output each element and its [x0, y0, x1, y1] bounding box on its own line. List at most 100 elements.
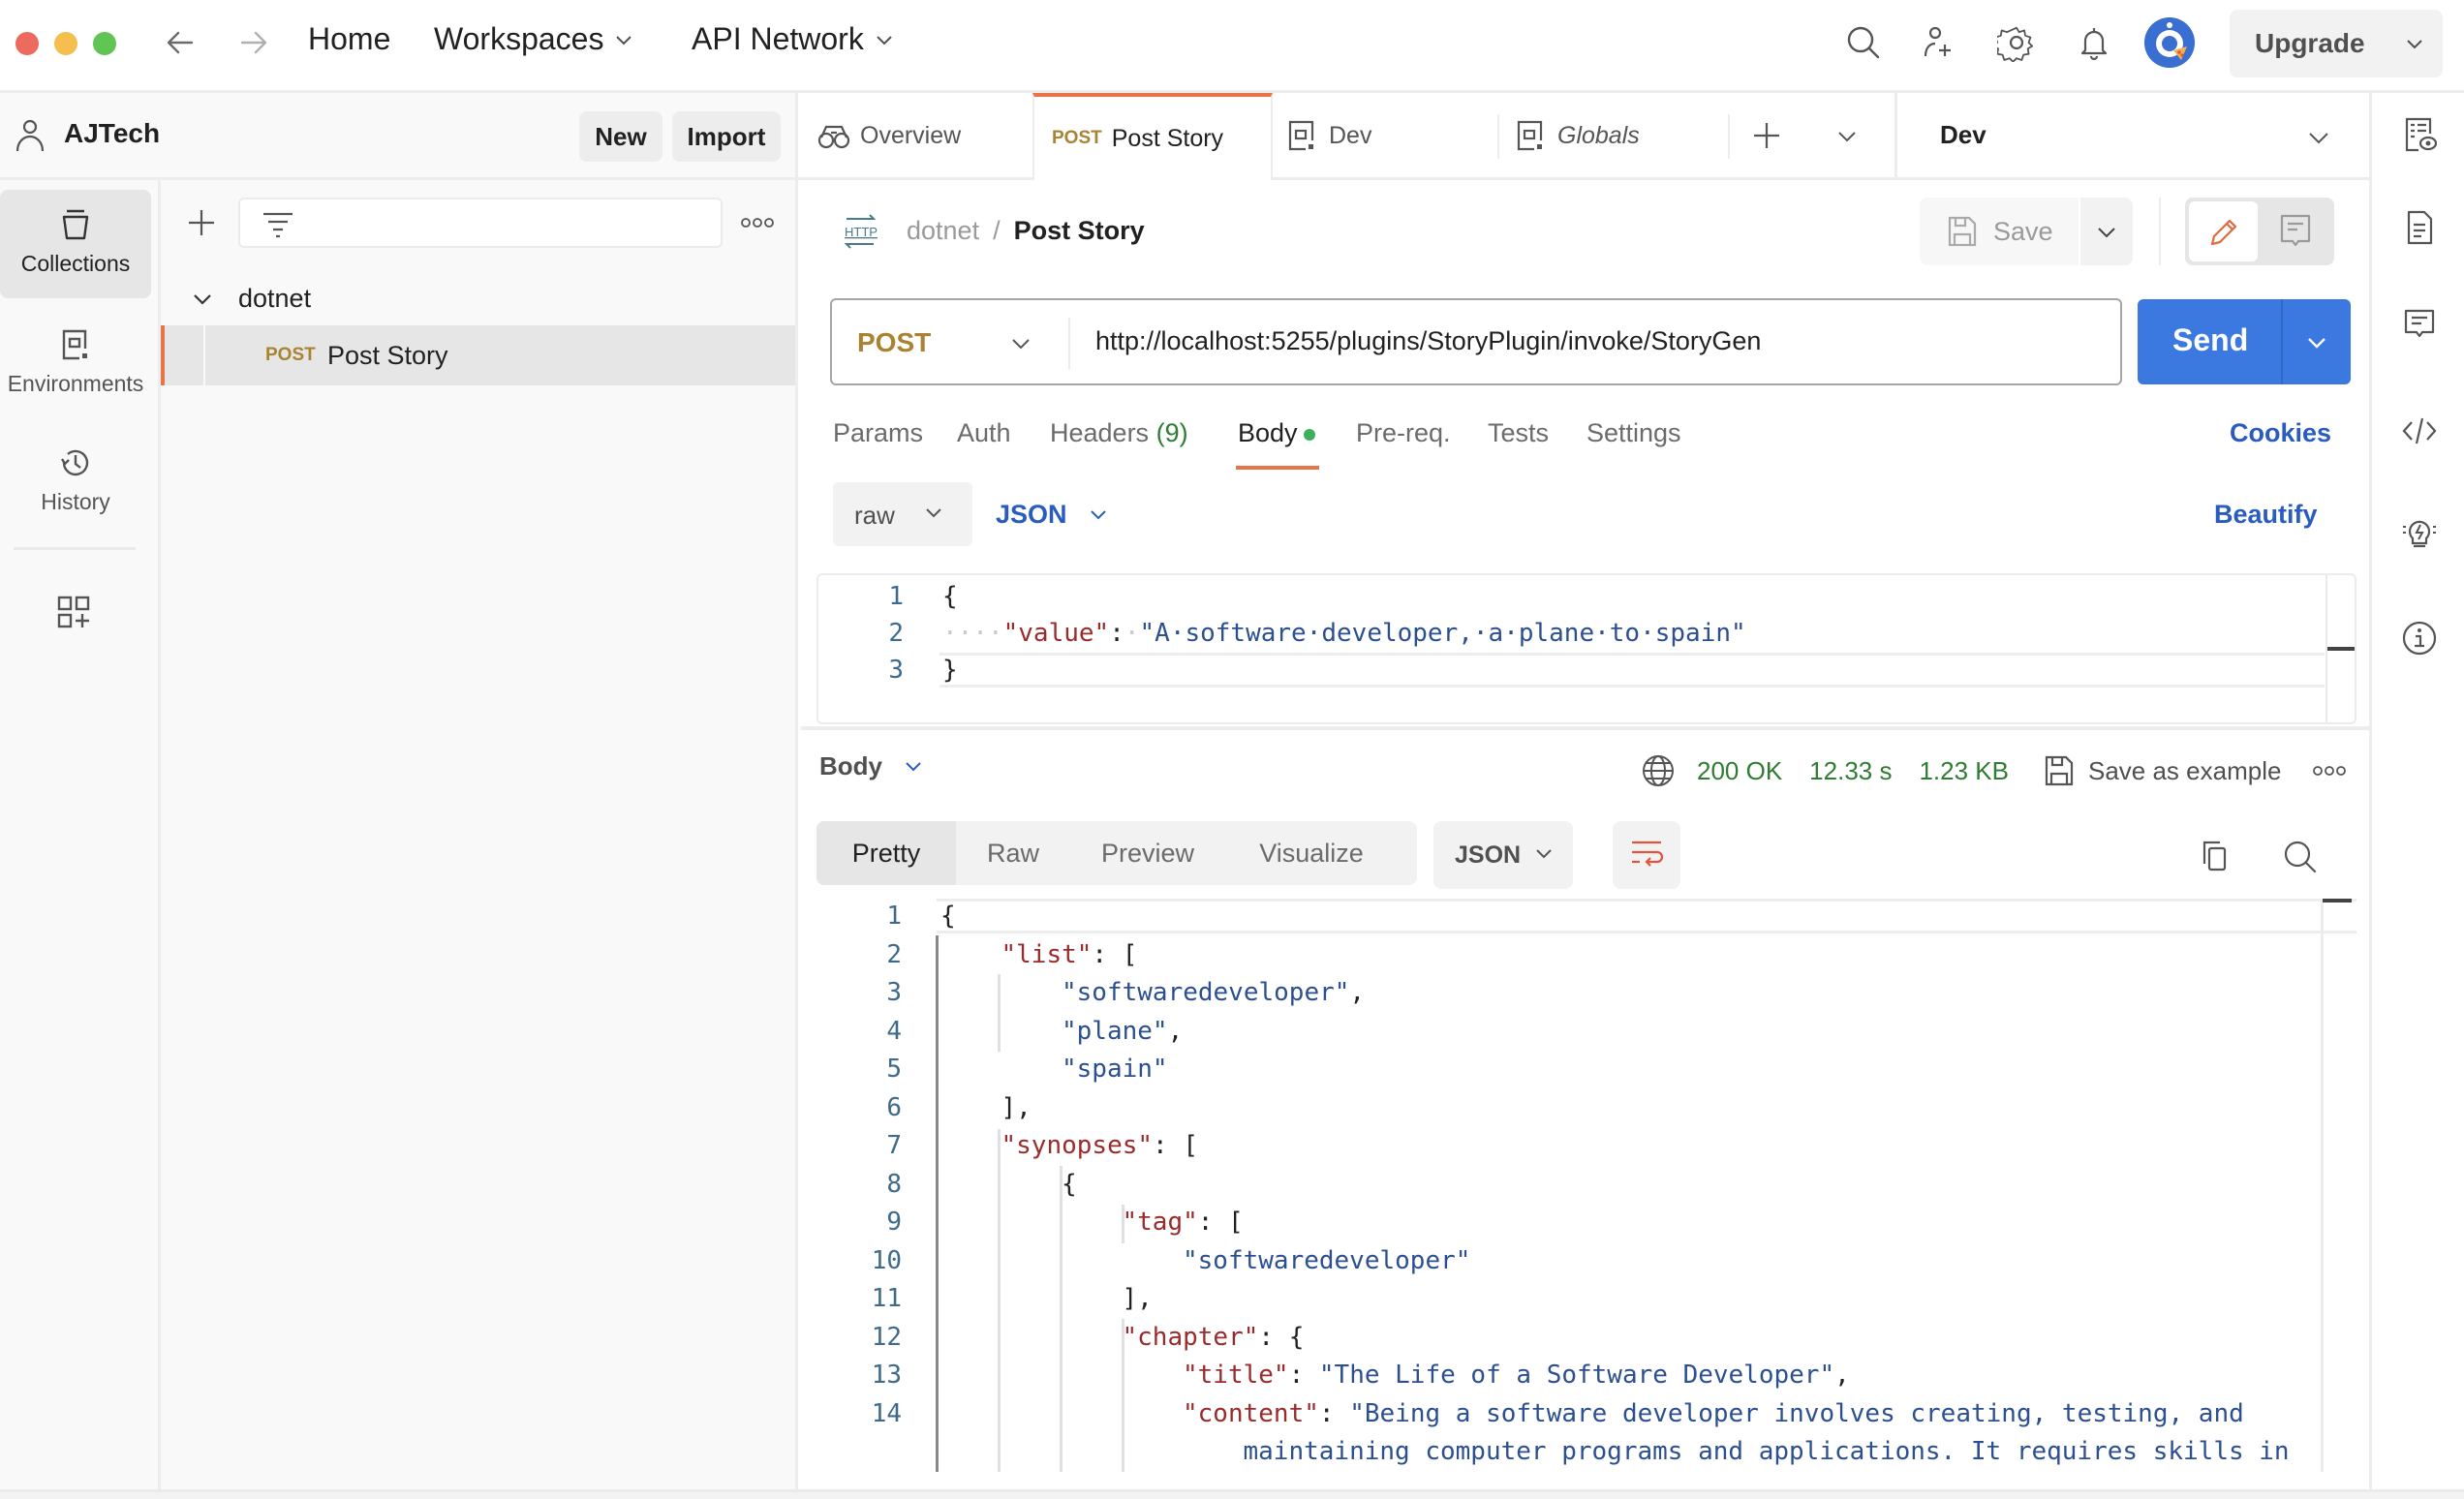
response-status[interactable]: 200 OK — [1697, 756, 1782, 786]
pane-resize-handle[interactable] — [801, 726, 2369, 730]
tab-globals[interactable]: Globals — [1515, 93, 1640, 178]
new-label: New — [595, 121, 647, 151]
tab-auth[interactable]: Auth — [957, 418, 1011, 448]
save-button[interactable]: Save — [1920, 198, 2133, 265]
response-scroll-thumb[interactable] — [2323, 899, 2352, 902]
tab-post-story[interactable]: POST Post Story — [1032, 93, 1273, 180]
notification-bell-icon[interactable] — [2075, 23, 2113, 62]
new-button[interactable]: New — [579, 111, 662, 162]
search-icon[interactable] — [1844, 23, 1883, 62]
sidebar-item-collections[interactable]: Collections — [0, 190, 151, 298]
code-line: ····"value":·"A·software·developer,·a·pl… — [942, 614, 1746, 653]
collections-search-input[interactable] — [238, 198, 723, 248]
related-collections-icon[interactable] — [2401, 515, 2438, 552]
documentation-icon[interactable] — [2401, 209, 2438, 246]
edit-mode-button[interactable] — [2189, 201, 2258, 261]
tab-params[interactable]: Params — [833, 418, 923, 448]
more-options-icon[interactable] — [2312, 765, 2347, 777]
api-network-menu[interactable]: API Network — [692, 21, 895, 57]
beautify-link[interactable]: Beautify — [2214, 500, 2318, 530]
tab-overview[interactable]: Overview — [817, 93, 961, 178]
wrap-lines-button[interactable] — [1613, 821, 1680, 889]
response-size[interactable]: 1.23 KB — [1919, 756, 2009, 786]
environment-icon — [1288, 120, 1314, 151]
indent-guide — [936, 935, 939, 1472]
response-body-viewer[interactable]: 1{2 "list": [3 "softwaredeveloper", 4 "plane… — [816, 899, 2356, 1480]
add-workbench-icon[interactable] — [56, 595, 93, 631]
forward-arrow-icon[interactable] — [236, 25, 271, 60]
body-language-select[interactable]: JSON — [996, 500, 1108, 530]
minimize-window-button[interactable] — [54, 32, 77, 55]
cookies-link[interactable]: Cookies — [2230, 418, 2331, 448]
comments-icon[interactable] — [2401, 306, 2438, 343]
settings-gear-icon[interactable] — [1997, 23, 2036, 62]
code-line: "plane", — [1062, 1012, 1183, 1051]
search-response-icon[interactable] — [2282, 839, 2319, 875]
collection-request-item[interactable]: POST Post Story — [161, 325, 795, 385]
tab-settings[interactable]: Settings — [1586, 418, 1681, 448]
environment-quick-look-icon[interactable] — [2401, 116, 2438, 153]
tab-tests[interactable]: Tests — [1488, 418, 1549, 448]
tab-label: Dev — [1329, 121, 1372, 149]
info-icon[interactable] — [2401, 620, 2438, 657]
chevron-down-icon — [1012, 339, 1030, 350]
tab-headers[interactable]: Headers (9) — [1050, 418, 1188, 448]
code-line: "softwaredeveloper" — [1183, 1241, 1470, 1280]
back-arrow-icon[interactable] — [163, 25, 198, 60]
tab-dev[interactable]: Dev — [1286, 93, 1371, 178]
upgrade-button[interactable]: Upgrade — [2230, 10, 2443, 77]
avatar[interactable] — [2144, 17, 2195, 68]
workspaces-menu[interactable]: Workspaces — [434, 21, 634, 57]
more-options-icon[interactable] — [740, 217, 775, 229]
code-snippet-icon[interactable] — [2401, 413, 2438, 449]
request-body-editor[interactable]: 1 {2 ····"value":·"A·software·developer,·a… — [816, 573, 2356, 724]
code-line: ], — [1001, 1088, 1032, 1127]
copy-icon[interactable] — [2197, 839, 2232, 873]
tab-body[interactable]: Body — [1238, 418, 1315, 448]
tab-pretty[interactable]: Pretty — [816, 821, 956, 885]
collection-folder[interactable]: dotnet — [161, 273, 798, 323]
response-section-select[interactable]: Body — [819, 751, 923, 781]
sidebar-item-history[interactable]: History — [0, 428, 151, 536]
new-tab-icon[interactable] — [1751, 120, 1782, 151]
maximize-window-button[interactable] — [93, 32, 116, 55]
invite-user-icon[interactable] — [1920, 23, 1958, 62]
chevron-down-icon[interactable] — [192, 289, 213, 310]
sidebar-item-environments[interactable]: Environments — [0, 310, 151, 418]
import-button[interactable]: Import — [672, 111, 781, 162]
network-globe-icon[interactable] — [1641, 753, 1676, 788]
response-scrollbar[interactable] — [2321, 899, 2324, 1472]
close-window-button[interactable] — [15, 32, 39, 55]
response-time[interactable]: 12.33 s — [1809, 756, 1892, 786]
tabs-overflow-chevron-icon[interactable] — [1836, 126, 1858, 147]
add-collection-icon[interactable] — [186, 207, 217, 238]
code-line: "tag": [ — [1123, 1203, 1244, 1241]
home-link[interactable]: Home — [308, 21, 390, 57]
url-input[interactable] — [1095, 326, 2103, 356]
breadcrumb-collection[interactable]: dotnet — [907, 216, 979, 246]
tab-pre-request[interactable]: Pre-req. — [1356, 418, 1451, 448]
tab-method-badge: POST — [1052, 128, 1102, 148]
breadcrumb-request-name[interactable]: Post Story — [1014, 216, 1145, 246]
tab-raw[interactable]: Raw — [956, 821, 1070, 885]
tab-visualize[interactable]: Visualize — [1225, 821, 1398, 885]
comment-mode-icon[interactable] — [2278, 213, 2313, 250]
save-options-dropdown[interactable] — [2080, 198, 2133, 265]
tab-preview[interactable]: Preview — [1070, 821, 1225, 885]
sidebar-item-label: History — [41, 489, 110, 514]
tab-divider — [1728, 114, 1730, 159]
body-type-label: raw — [854, 501, 895, 530]
import-label: Import — [687, 121, 766, 151]
editor-scroll-thumb[interactable] — [2327, 647, 2355, 651]
response-language-select[interactable]: JSON — [1433, 821, 1573, 889]
save-as-example-button[interactable]: Save as example — [2044, 754, 2281, 787]
send-options-chevron-icon[interactable] — [2306, 332, 2327, 353]
json-string: "The Life of a Software Developer" — [1318, 1361, 1835, 1390]
send-button[interactable]: Send — [2138, 299, 2351, 384]
chevron-down-icon[interactable] — [2404, 33, 2425, 54]
rail-divider — [14, 547, 136, 550]
body-type-select[interactable]: raw — [833, 482, 972, 546]
line-number: 1 — [886, 902, 902, 931]
environment-selector[interactable]: Dev — [1894, 93, 2369, 180]
tab-label: Globals — [1557, 121, 1640, 149]
